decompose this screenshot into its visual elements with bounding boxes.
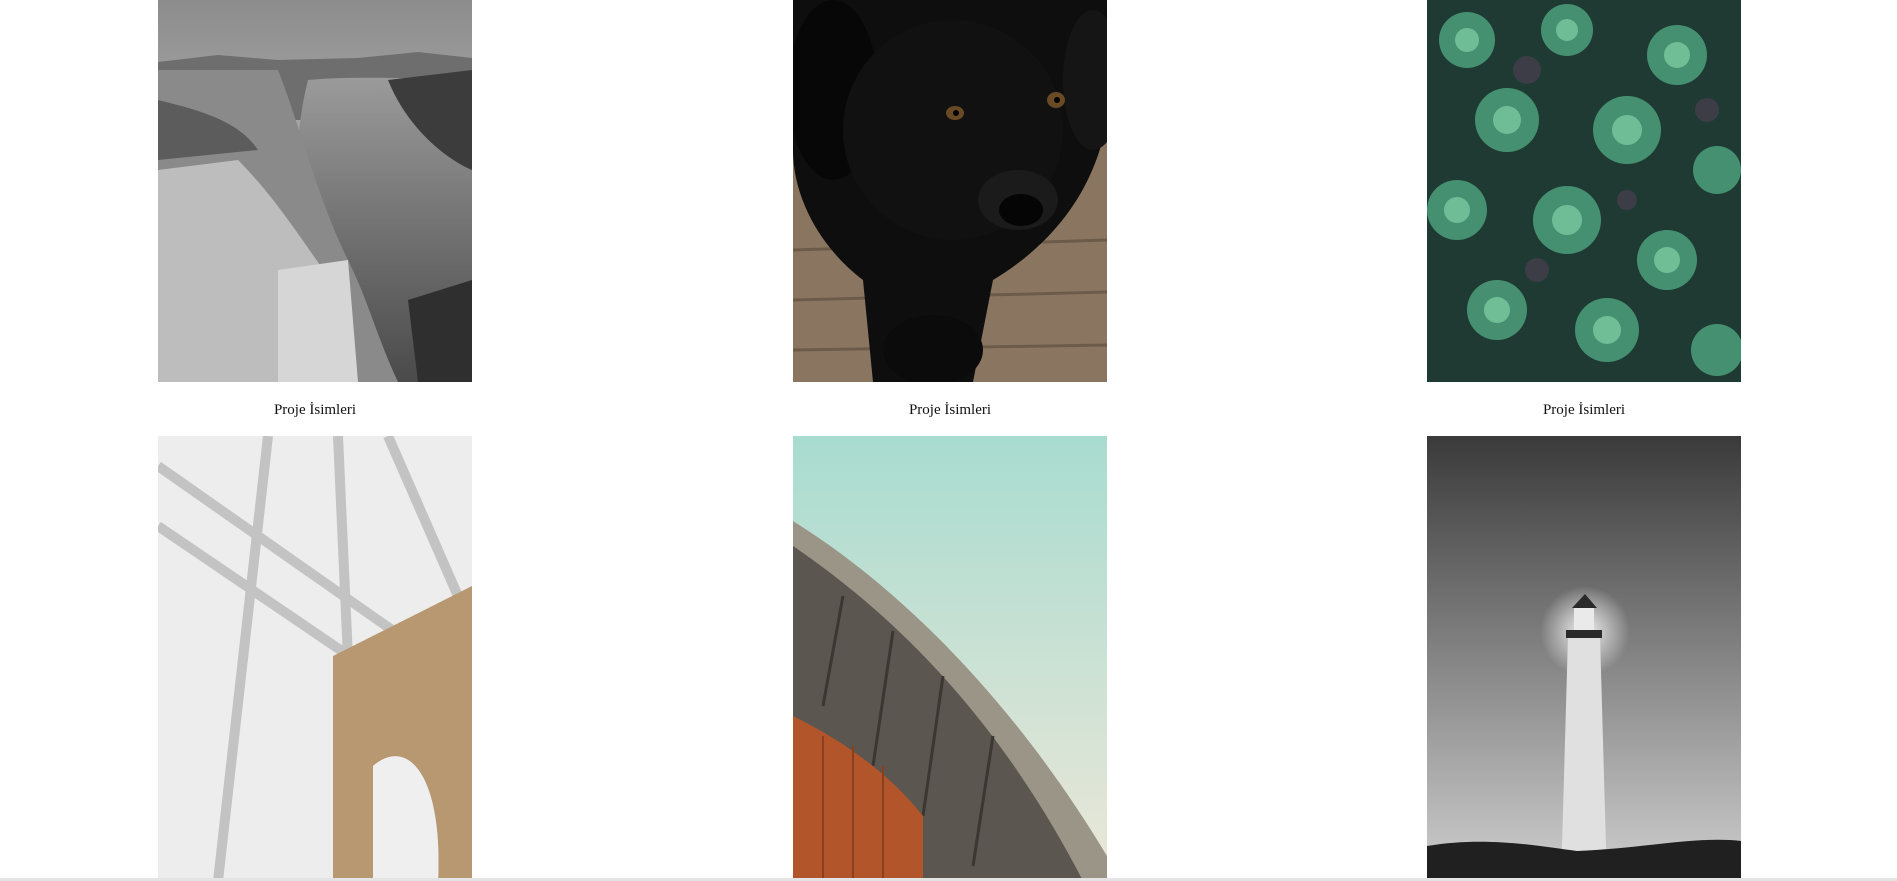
succulents-image (1427, 0, 1741, 382)
project-thumbnail-lighthouse[interactable] (1427, 436, 1741, 881)
project-card-2[interactable]: Proje İsimleri (793, 0, 1107, 418)
project-thumbnail-puppy[interactable] (793, 0, 1107, 382)
project-thumbnail-bridge[interactable] (158, 436, 472, 881)
project-thumbnail-fjord[interactable] (158, 0, 472, 382)
puppy-image (793, 0, 1107, 382)
project-thumbnail-building[interactable] (793, 436, 1107, 881)
project-gallery-page: Proje İsimleri Proje İsimleri Proje İsim… (0, 0, 1897, 881)
project-card-3[interactable]: Proje İsimleri (1427, 0, 1741, 418)
project-thumbnail-succulents[interactable] (1427, 0, 1741, 382)
project-card-5[interactable] (793, 436, 1107, 881)
project-card-6[interactable] (1427, 436, 1741, 881)
lighthouse-image (1427, 436, 1741, 881)
building-image (793, 436, 1107, 881)
project-caption[interactable]: Proje İsimleri (1427, 401, 1741, 419)
bridge-image (158, 436, 472, 881)
fjord-cliff-image (158, 0, 472, 382)
project-card-4[interactable] (158, 436, 472, 881)
project-caption[interactable]: Proje İsimleri (793, 401, 1107, 419)
project-caption[interactable]: Proje İsimleri (158, 401, 472, 419)
project-card-1[interactable]: Proje İsimleri (158, 0, 472, 418)
